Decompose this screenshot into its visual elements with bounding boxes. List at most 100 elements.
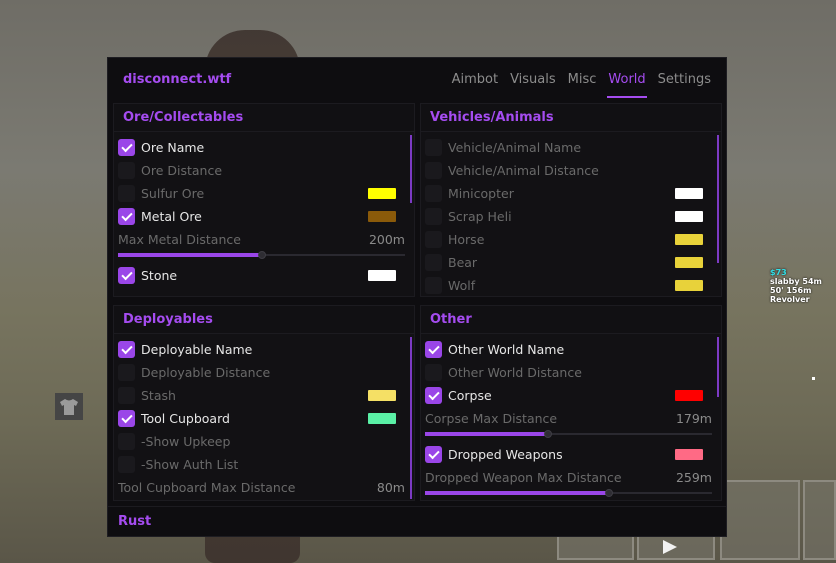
option-ore-distance[interactable]: Ore Distance [114,159,414,182]
color-swatch[interactable] [368,270,396,281]
tab-aimbot[interactable]: Aimbot [446,58,504,100]
slider-label: Max Metal Distance [118,231,241,247]
color-swatch[interactable] [368,413,396,424]
brand-title: disconnect.wtf [123,71,232,87]
color-swatch[interactable] [368,188,396,199]
tab-misc[interactable]: Misc [562,58,603,100]
slider-label: Dropped Weapon Max Distance [425,469,622,485]
checkbox[interactable] [118,364,135,381]
option-corpse[interactable]: Corpse [421,384,721,407]
option-minicopter[interactable]: Minicopter [421,182,721,205]
option-label: Dropped Weapons [448,447,563,462]
slider-corpse-max-distance[interactable] [425,429,712,439]
checkbox[interactable] [425,387,442,404]
background-crate [720,480,800,560]
option-label: Metal Ore [141,209,202,224]
tab-settings[interactable]: Settings [652,58,717,100]
option-label: Scrap Heli [448,209,512,224]
checkbox[interactable] [118,208,135,225]
esp-line2: 50' 156m [770,286,812,295]
checkbox[interactable] [118,162,135,179]
option-stash[interactable]: Stash [114,384,414,407]
option-dropped-weapons[interactable]: Dropped Weapons [421,443,721,466]
checkbox[interactable] [425,254,442,271]
tab-visuals[interactable]: Visuals [504,58,562,100]
option-wolf[interactable]: Wolf [421,274,721,296]
checkbox[interactable] [425,185,442,202]
option-label: Horse [448,232,485,247]
option-label: Stone [141,268,178,283]
option-deployable-distance[interactable]: Deployable Distance [114,361,414,384]
slider-fill [425,491,609,495]
checkbox[interactable] [425,277,442,294]
esp-weapon: Revolver [770,295,810,304]
checkbox[interactable] [425,446,442,463]
option-label: Deployable Distance [141,365,271,380]
color-swatch[interactable] [675,234,703,245]
color-swatch[interactable] [675,449,703,460]
option-label: Vehicle/Animal Distance [448,163,599,178]
cursor-icon [663,540,677,554]
color-swatch[interactable] [675,280,703,291]
option-other-world-distance[interactable]: Other World Distance [421,361,721,384]
color-swatch[interactable] [368,390,396,401]
option-ore-name[interactable]: Ore Name [114,136,414,159]
checkbox[interactable] [118,387,135,404]
option-show-upkeep[interactable]: -Show Upkeep [114,430,414,453]
option-scrap-heli[interactable]: Scrap Heli [421,205,721,228]
checkbox[interactable] [425,231,442,248]
slider-dropped-weapon-max-distance-label: Dropped Weapon Max Distance 259m [421,466,721,488]
option-vehicle-animal-distance[interactable]: Vehicle/Animal Distance [421,159,721,182]
option-metal-ore[interactable]: Metal Ore [114,205,414,228]
checkbox[interactable] [425,364,442,381]
option-deployable-name[interactable]: Deployable Name [114,338,414,361]
tab-world[interactable]: World [602,58,651,100]
slider-value: 259m [675,469,712,485]
color-swatch[interactable] [675,211,703,222]
checkbox[interactable] [118,410,135,427]
color-swatch[interactable] [368,211,396,222]
color-swatch[interactable] [675,390,703,401]
panel-title: Ore/Collectables [114,104,414,132]
menu-header: disconnect.wtf Aimbot Visuals Misc World… [108,58,726,100]
checkbox[interactable] [425,341,442,358]
checkbox[interactable] [425,162,442,179]
slider-max-metal-distance[interactable] [118,250,405,260]
slider-knob[interactable] [257,251,266,259]
option-sulfur-ore[interactable]: Sulfur Ore [114,182,414,205]
slider-label: Tool Cupboard Max Distance [118,479,296,495]
option-label: Vehicle/Animal Name [448,140,582,155]
color-swatch[interactable] [675,188,703,199]
slider-dropped-weapon-max-distance[interactable] [425,488,712,498]
checkbox[interactable] [425,208,442,225]
option-label: Stash [141,388,176,403]
option-label: -Show Auth List [141,457,239,472]
option-show-auth-list[interactable]: -Show Auth List [114,453,414,476]
option-vehicle-animal-name[interactable]: Vehicle/Animal Name [421,136,721,159]
color-swatch[interactable] [675,257,703,268]
tab-bar: Aimbot Visuals Misc World Settings [446,58,717,100]
option-label: Minicopter [448,186,514,201]
option-other-world-name[interactable]: Other World Name [421,338,721,361]
option-tool-cupboard[interactable]: Tool Cupboard [114,407,414,430]
option-stone[interactable]: Stone [114,264,414,287]
option-label: Ore Name [141,140,205,155]
slider-knob[interactable] [604,489,613,497]
checkbox[interactable] [118,433,135,450]
checkbox[interactable] [425,139,442,156]
option-label: Tool Cupboard [141,411,230,426]
option-horse[interactable]: Horse [421,228,721,251]
checkbox[interactable] [118,185,135,202]
slider-value: 200m [368,231,405,247]
esp-name: slabby [770,277,800,286]
checkbox[interactable] [118,341,135,358]
checkbox[interactable] [118,456,135,473]
option-label: Sulfur Ore [141,186,205,201]
slider-label: Corpse Max Distance [425,410,558,426]
menu-footer: Rust [108,506,726,536]
esp-distance: 54m [802,277,822,286]
checkbox[interactable] [118,267,135,284]
slider-knob[interactable] [544,430,553,438]
checkbox[interactable] [118,139,135,156]
option-bear[interactable]: Bear [421,251,721,274]
